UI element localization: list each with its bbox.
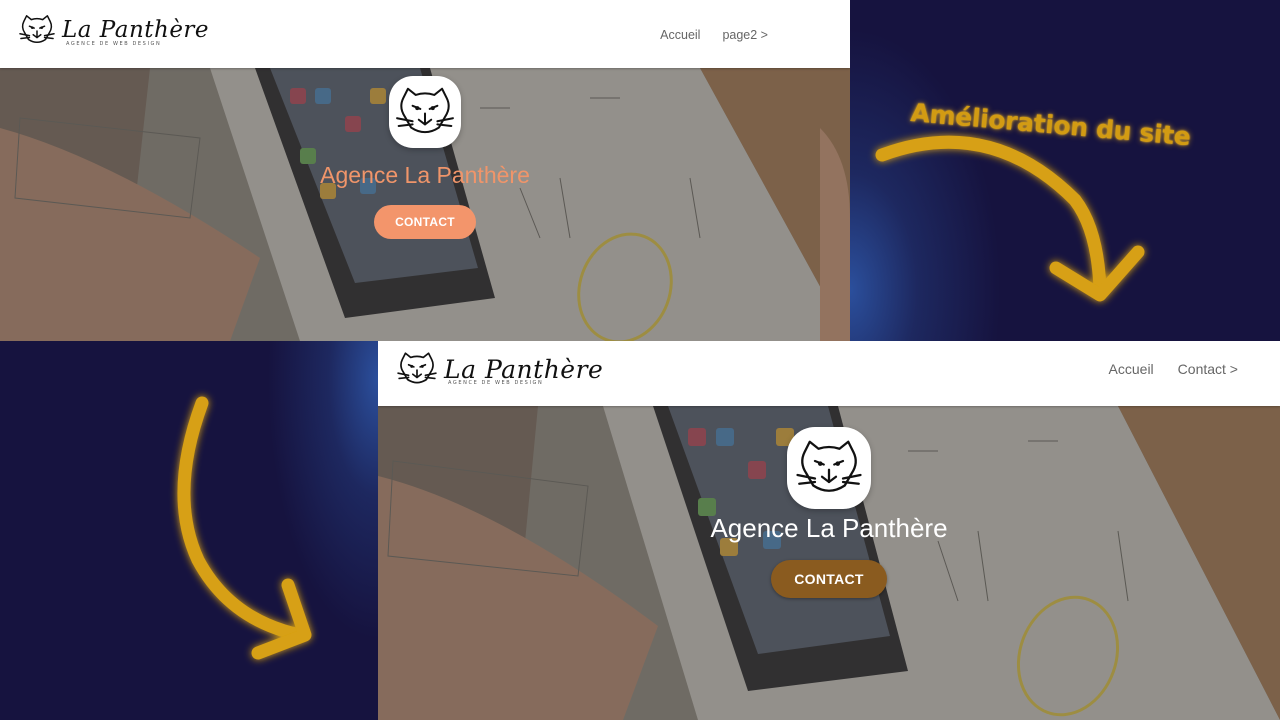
panther-head-icon [396,87,454,134]
navbar: La Panthère AGENCE DE WEB DESIGN Accueil… [0,0,850,68]
contact-button[interactable]: CONTACT [374,205,476,239]
brand-name: La Panthère [62,17,210,43]
panther-head-icon [796,440,862,492]
brand-tagline: AGENCE DE WEB DESIGN [66,41,162,47]
contact-button[interactable]: CONTACT [771,560,887,598]
nav-link-page2[interactable]: page2 > [722,28,768,42]
nav-link-contact[interactable]: Contact > [1178,361,1238,377]
hero-logo [389,76,461,148]
brand-logo[interactable]: La Panthère AGENCE DE WEB DESIGN [18,13,209,47]
navbar: La Panthère AGENCE DE WEB DESIGN Accueil… [378,341,1280,406]
hero-title: Agence La Panthère [710,513,948,543]
nav-menu: Accueil Contact > [1085,361,1238,377]
nav-link-accueil[interactable]: Accueil [660,28,700,42]
brand-tagline: AGENCE DE WEB DESIGN [448,380,544,386]
brand-logo[interactable]: La Panthère AGENCE DE WEB DESIGN [396,350,603,388]
nav-menu: Accueil page2 > [638,28,768,42]
hero-logo [787,427,871,509]
site-after-screenshot: La Panthère AGENCE DE WEB DESIGN Accueil… [378,341,1280,720]
hero-title: Agence La Panthère [320,162,530,188]
site-before-screenshot: La Panthère AGENCE DE WEB DESIGN Accueil… [0,0,850,341]
panther-head-icon [397,352,437,384]
hero-content: Agence La Panthère CONTACT [0,76,850,239]
hero-content: Agence La Panthère CONTACT [378,427,1280,598]
curved-arrow-icon [875,135,1145,302]
nav-link-accueil[interactable]: Accueil [1109,361,1154,377]
panther-head-icon [19,15,55,44]
curved-arrow-icon [177,396,312,660]
